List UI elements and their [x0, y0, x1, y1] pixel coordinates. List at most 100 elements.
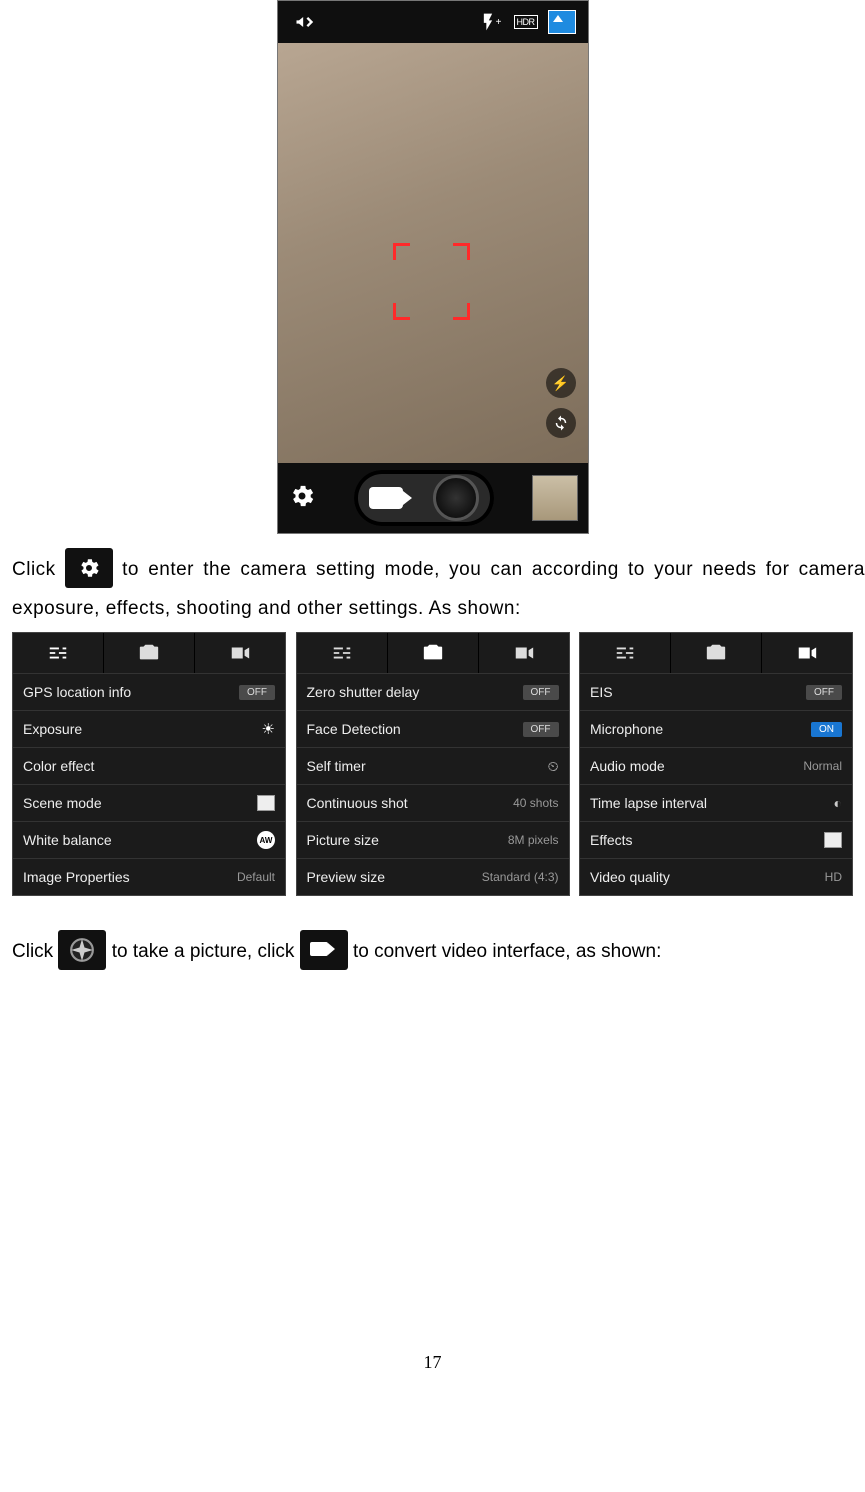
tab-sliders-icon: [297, 633, 387, 673]
setting-row: Audio mode Normal: [580, 748, 852, 785]
instruction-paragraph-2: Click to take a picture, click to conver…: [0, 926, 865, 972]
setting-row: Zero shutter delay OFF: [297, 674, 569, 711]
gallery-top-icon: [544, 4, 580, 40]
setting-label: Scene mode: [23, 795, 102, 811]
setting-label: Color effect: [23, 758, 94, 774]
focus-corner-icon: [393, 303, 410, 320]
inline-gear-icon: [65, 548, 113, 588]
hdr-icon: HDR: [508, 4, 544, 40]
toggle-off-pill: OFF: [806, 685, 842, 700]
scene-icon: [257, 795, 275, 811]
effects-icon: [824, 832, 842, 848]
text-fragment: to enter the camera setting mode, you ca…: [12, 559, 865, 619]
text-fragment: Click: [12, 559, 65, 580]
setting-label: Video quality: [590, 869, 670, 885]
settings-panel-general: GPS location info OFF Exposure ☀ Color eff…: [12, 632, 286, 896]
camera-top-bar: + HDR: [278, 1, 588, 43]
video-mode-icon: [369, 487, 403, 509]
panel-tabs: [13, 633, 285, 674]
page-number: 17: [0, 1352, 865, 1393]
text-fragment: Click: [12, 941, 58, 962]
inline-shutter-icon: [58, 930, 106, 970]
setting-row: Time lapse interval ◐: [580, 785, 852, 822]
setting-row: Self timer ⏲: [297, 748, 569, 785]
tab-sliders-icon: [580, 633, 670, 673]
setting-row: Face Detection OFF: [297, 711, 569, 748]
tab-camera-icon: [388, 633, 478, 673]
timelapse-icon: ◐: [834, 795, 842, 811]
setting-label: Audio mode: [590, 758, 665, 774]
text-fragment: to take a picture, click: [112, 941, 300, 962]
setting-label: Preview size: [307, 869, 386, 885]
setting-row: GPS location info OFF: [13, 674, 285, 711]
instruction-paragraph-1: Click to enter the camera setting mode, …: [0, 544, 865, 628]
setting-label: Time lapse interval: [590, 795, 707, 811]
inline-video-icon: [300, 930, 348, 970]
setting-label: White balance: [23, 832, 112, 848]
setting-value: 40 shots: [513, 796, 558, 810]
setting-label: Image Properties: [23, 869, 130, 885]
setting-row: Preview size Standard (4:3): [297, 859, 569, 895]
camera-screenshot: + HDR ⚡: [277, 0, 589, 534]
setting-row: Continuous shot 40 shots: [297, 785, 569, 822]
setting-label: GPS location info: [23, 684, 131, 700]
toggle-off-pill: OFF: [523, 685, 559, 700]
setting-value: Default: [237, 870, 275, 884]
setting-label: EIS: [590, 684, 613, 700]
quick-flash-icon: ⚡: [546, 368, 576, 398]
setting-label: Zero shutter delay: [307, 684, 420, 700]
text-fragment: to convert video interface, as shown:: [353, 941, 661, 962]
setting-value: HD: [825, 870, 842, 884]
switch-camera-icon: [546, 408, 576, 438]
tab-video-icon: [762, 633, 852, 673]
setting-label: Continuous shot: [307, 795, 408, 811]
setting-value: Normal: [803, 759, 842, 773]
tab-camera-icon: [104, 633, 194, 673]
hdr-label: HDR: [514, 15, 538, 29]
camera-bottom-bar: [278, 463, 588, 533]
setting-label: Picture size: [307, 832, 379, 848]
setting-row: Image Properties Default: [13, 859, 285, 895]
shutter-icon: [433, 475, 479, 521]
setting-row: Microphone ON: [580, 711, 852, 748]
gallery-thumbnail: [532, 475, 578, 521]
toggle-off-pill: OFF: [523, 722, 559, 737]
focus-corner-icon: [453, 303, 470, 320]
setting-row: Picture size 8M pixels: [297, 822, 569, 859]
gear-icon: [288, 482, 316, 515]
exposure-icon: ☀: [262, 720, 275, 738]
setting-row: White balance AW: [13, 822, 285, 859]
setting-label: Face Detection: [307, 721, 401, 737]
tab-video-icon: [195, 633, 285, 673]
camera-viewfinder: ⚡: [278, 43, 588, 463]
document-page: + HDR ⚡: [0, 0, 865, 1393]
flash-mode-icon: +: [472, 4, 508, 40]
setting-row: Exposure ☀: [13, 711, 285, 748]
tab-video-icon: [479, 633, 569, 673]
megaphone-icon: [286, 4, 322, 40]
focus-corner-icon: [453, 243, 470, 260]
setting-row: Effects: [580, 822, 852, 859]
settings-panel-camera: Zero shutter delayOFF Face DetectionOFF …: [296, 632, 570, 896]
settings-panels-row: GPS location info OFF Exposure ☀ Color eff…: [0, 628, 865, 896]
setting-row: Video quality HD: [580, 859, 852, 895]
panel-tabs: [297, 633, 569, 674]
setting-row: Scene mode: [13, 785, 285, 822]
setting-label: Effects: [590, 832, 633, 848]
setting-row: EIS OFF: [580, 674, 852, 711]
capture-control: [354, 470, 494, 526]
tab-camera-icon: [671, 633, 761, 673]
toggle-on-pill: ON: [811, 722, 842, 737]
awb-icon: AW: [257, 831, 275, 849]
setting-value: 8M pixels: [508, 833, 559, 847]
setting-label: Microphone: [590, 721, 663, 737]
timer-icon: ⏲: [548, 758, 559, 775]
setting-label: Exposure: [23, 721, 82, 737]
setting-label: Self timer: [307, 758, 366, 774]
setting-value: Standard (4:3): [482, 870, 559, 884]
panel-tabs: [580, 633, 852, 674]
settings-panel-video: EIS OFF Microphone ON Audio mode Normal Tim…: [579, 632, 853, 896]
focus-corner-icon: [393, 243, 410, 260]
setting-row: Color effect: [13, 748, 285, 785]
toggle-off-pill: OFF: [239, 685, 275, 700]
